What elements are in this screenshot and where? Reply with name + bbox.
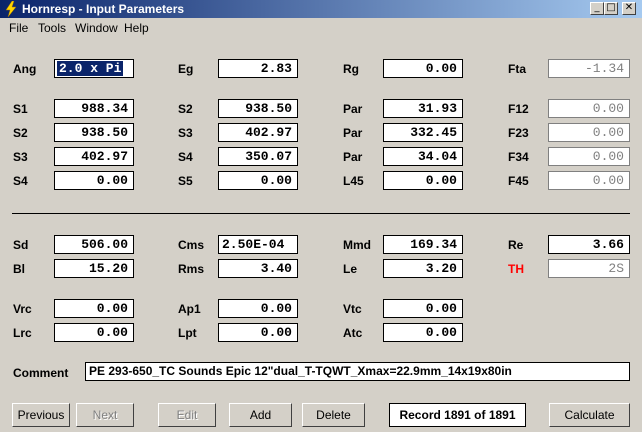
title-bar: Hornresp - Input Parameters _ □ ✕	[0, 0, 642, 18]
s1-label: S1	[13, 102, 28, 116]
menu-tools[interactable]: Tools	[38, 21, 66, 35]
s3-label: S3	[178, 126, 193, 140]
comment-label: Comment	[13, 366, 69, 380]
ap1-field[interactable]: 0.00	[218, 299, 298, 318]
calculate-button[interactable]: Calculate	[549, 403, 630, 427]
le-field[interactable]: 3.20	[383, 259, 463, 278]
s2-label: S2	[178, 102, 193, 116]
rg-label: Rg	[343, 62, 359, 76]
bl-label: Bl	[13, 262, 25, 276]
re-field[interactable]: 3.66	[548, 235, 630, 254]
vtc-label: Vtc	[343, 302, 362, 316]
minimize-button[interactable]: _	[590, 2, 604, 15]
record-counter: Record 1891 of 1891	[389, 403, 526, 427]
menu-help[interactable]: Help	[124, 21, 149, 35]
s2-field[interactable]: 938.50	[218, 99, 298, 118]
s3-field[interactable]: 402.97	[218, 123, 298, 142]
ang-field[interactable]: 2.0 x Pi	[54, 59, 134, 78]
th-field: 2S	[548, 259, 630, 278]
f45-field: 0.00	[548, 171, 630, 190]
next-button[interactable]: Next	[76, 403, 134, 427]
menu-bar: File Tools Window Help	[0, 18, 642, 38]
par2-label: Par	[343, 126, 363, 140]
s1-field[interactable]: 988.34	[54, 99, 134, 118]
delete-button[interactable]: Delete	[302, 403, 365, 427]
atc-field[interactable]: 0.00	[383, 323, 463, 342]
s4b-label: S4	[13, 174, 28, 188]
s4-label: S4	[178, 150, 193, 164]
rms-label: Rms	[178, 262, 205, 276]
lrc-field[interactable]: 0.00	[54, 323, 134, 342]
cms-label: Cms	[178, 238, 205, 252]
par1-label: Par	[343, 102, 363, 116]
app-icon	[5, 1, 17, 17]
s2b-label: S2	[13, 126, 28, 140]
f23-field: 0.00	[548, 123, 630, 142]
par3-field[interactable]: 34.04	[383, 147, 463, 166]
menu-window[interactable]: Window	[75, 21, 118, 35]
ap1-label: Ap1	[178, 302, 201, 316]
le-label: Le	[343, 262, 358, 276]
s5-label: S5	[178, 174, 193, 188]
eg-field[interactable]: 2.83	[218, 59, 298, 78]
comment-field[interactable]: PE 293-650_TC Sounds Epic 12"dual_T-TQWT…	[85, 362, 630, 381]
vrc-label: Vrc	[13, 302, 32, 316]
lpt-field[interactable]: 0.00	[218, 323, 298, 342]
s4-field[interactable]: 350.07	[218, 147, 298, 166]
window-title: Hornresp - Input Parameters	[22, 2, 185, 16]
sd-label: Sd	[13, 238, 29, 252]
s2b-field[interactable]: 938.50	[54, 123, 134, 142]
par1-field[interactable]: 31.93	[383, 99, 463, 118]
rg-field[interactable]: 0.00	[383, 59, 463, 78]
cms-field[interactable]: 2.50E-04	[218, 235, 298, 254]
vtc-field[interactable]: 0.00	[383, 299, 463, 318]
s3b-field[interactable]: 402.97	[54, 147, 134, 166]
re-label: Re	[508, 238, 524, 252]
f34-label: F34	[508, 150, 529, 164]
f23-label: F23	[508, 126, 529, 140]
rms-field[interactable]: 3.40	[218, 259, 298, 278]
mmd-field[interactable]: 169.34	[383, 235, 463, 254]
s3b-label: S3	[13, 150, 28, 164]
f34-field: 0.00	[548, 147, 630, 166]
add-button[interactable]: Add	[229, 403, 292, 427]
s4b-field[interactable]: 0.00	[54, 171, 134, 190]
vrc-field[interactable]: 0.00	[54, 299, 134, 318]
mmd-label: Mmd	[343, 238, 371, 252]
th-label[interactable]: TH	[508, 262, 524, 276]
ang-label: Ang	[13, 62, 37, 76]
fta-label: Fta	[508, 62, 526, 76]
lrc-label: Lrc	[13, 326, 32, 340]
previous-button[interactable]: Previous	[12, 403, 70, 427]
eg-label: Eg	[178, 62, 194, 76]
fta-field: -1.34	[548, 59, 630, 78]
s5-field[interactable]: 0.00	[218, 171, 298, 190]
maximize-button[interactable]: □	[604, 2, 618, 15]
bl-field[interactable]: 15.20	[54, 259, 134, 278]
par2-field[interactable]: 332.45	[383, 123, 463, 142]
lpt-label: Lpt	[178, 326, 197, 340]
f12-label: F12	[508, 102, 529, 116]
close-button[interactable]: ✕	[622, 2, 636, 15]
menu-file[interactable]: File	[9, 21, 28, 35]
section-divider	[12, 213, 630, 214]
l45-label: L45	[343, 174, 364, 188]
par3-label: Par	[343, 150, 363, 164]
atc-label: Atc	[343, 326, 363, 340]
l45-field[interactable]: 0.00	[383, 171, 463, 190]
f45-label: F45	[508, 174, 529, 188]
edit-button[interactable]: Edit	[158, 403, 216, 427]
f12-field: 0.00	[548, 99, 630, 118]
sd-field[interactable]: 506.00	[54, 235, 134, 254]
